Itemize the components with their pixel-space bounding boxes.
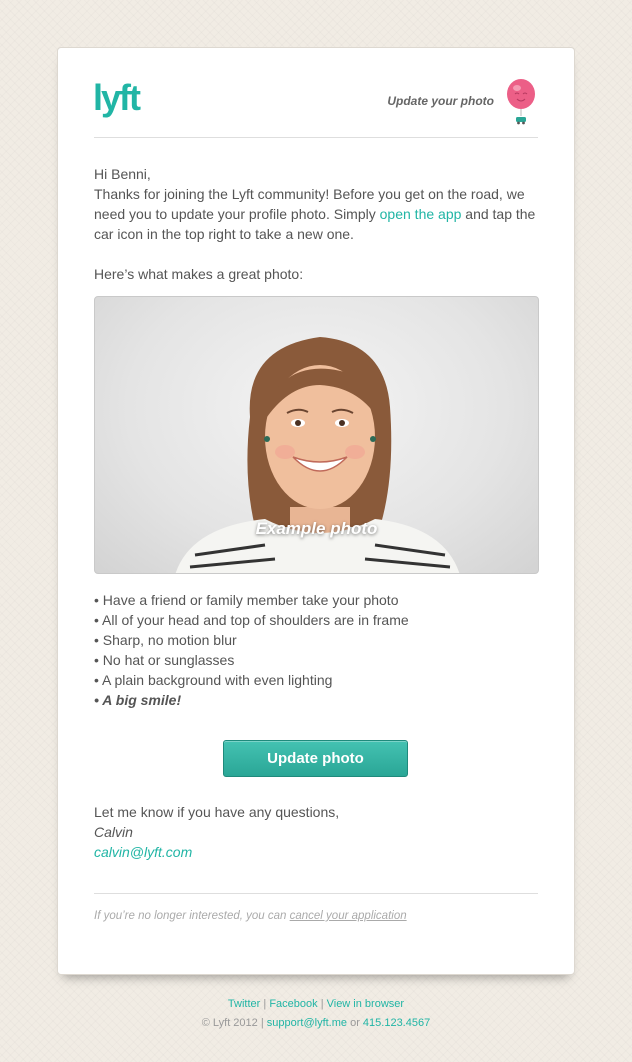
tip-text: Sharp, no motion blur bbox=[102, 632, 237, 648]
support-email-link[interactable]: support@lyft.me bbox=[267, 1017, 347, 1029]
unsubscribe-prefix: If you’re no longer interested, you can bbox=[94, 910, 290, 922]
balloon-icon bbox=[507, 79, 535, 125]
email-card: lyft Update your photo Hi Benni, Thanks … bbox=[57, 47, 575, 975]
list-item: • A plain background with even lighting bbox=[94, 670, 409, 690]
great-photo-heading: Here’s what makes a great photo: bbox=[94, 266, 304, 282]
header-divider bbox=[94, 137, 538, 138]
header-title: Update your photo bbox=[387, 94, 494, 108]
car-icon bbox=[516, 117, 526, 125]
tip-text: Have a friend or family member take your… bbox=[102, 592, 399, 608]
svg-text:lyft: lyft bbox=[93, 80, 141, 118]
tip-text: A plain background with even lighting bbox=[102, 672, 333, 688]
bullet: • bbox=[94, 612, 99, 628]
view-in-browser-link[interactable]: View in browser bbox=[327, 998, 404, 1010]
signature-email-link[interactable]: calvin@lyft.com bbox=[94, 844, 192, 860]
twitter-link[interactable]: Twitter bbox=[228, 998, 260, 1010]
intro-paragraph: Thanks for joining the Lyft community! B… bbox=[94, 184, 538, 244]
tip-text: All of your head and top of shoulders ar… bbox=[102, 612, 409, 628]
separator: | bbox=[263, 998, 267, 1010]
signature-name: Calvin bbox=[94, 824, 133, 840]
list-item: • A big smile! bbox=[94, 690, 409, 710]
signature-email-line: calvin@lyft.com bbox=[94, 842, 538, 862]
unsubscribe-text: If you’re no longer interested, you can … bbox=[94, 910, 407, 922]
bullet: • bbox=[94, 592, 99, 608]
list-item: • All of your head and top of shoulders … bbox=[94, 610, 409, 630]
lyft-logo[interactable]: lyft bbox=[93, 80, 153, 124]
footer-links: Twitter | Facebook | View in browser bbox=[0, 998, 632, 1010]
list-item: • No hat or sunglasses bbox=[94, 650, 409, 670]
bullet: • bbox=[94, 632, 99, 648]
update-photo-button[interactable]: Update photo bbox=[223, 740, 408, 777]
bullet: • bbox=[94, 652, 99, 668]
separator: | bbox=[260, 1017, 264, 1029]
or-text: or bbox=[350, 1017, 360, 1029]
tip-text: No hat or sunglasses bbox=[102, 652, 235, 668]
bullet: • bbox=[94, 672, 99, 688]
example-photo: Example photo bbox=[94, 296, 539, 574]
greeting: Hi Benni, bbox=[94, 166, 151, 182]
separator: | bbox=[320, 998, 324, 1010]
bullet: • bbox=[94, 692, 99, 708]
cancel-application-link[interactable]: cancel your application bbox=[290, 910, 407, 922]
photo-tips-list: • Have a friend or family member take yo… bbox=[94, 590, 409, 710]
list-item: • Sharp, no motion blur bbox=[94, 630, 409, 650]
footer-contact: © Lyft 2012 | support@lyft.me or 415.123… bbox=[0, 1017, 632, 1029]
footer-divider bbox=[94, 893, 538, 894]
copyright: © Lyft 2012 bbox=[201, 1017, 258, 1029]
facebook-link[interactable]: Facebook bbox=[269, 998, 317, 1010]
phone-link[interactable]: 415.123.4567 bbox=[363, 1017, 430, 1029]
list-item: • Have a friend or family member take yo… bbox=[94, 590, 409, 610]
open-app-link[interactable]: open the app bbox=[380, 206, 462, 222]
photo-caption: Example photo bbox=[255, 519, 378, 538]
closing-text: Let me know if you have any questions, bbox=[94, 804, 340, 820]
tip-text: A big smile! bbox=[102, 692, 182, 708]
